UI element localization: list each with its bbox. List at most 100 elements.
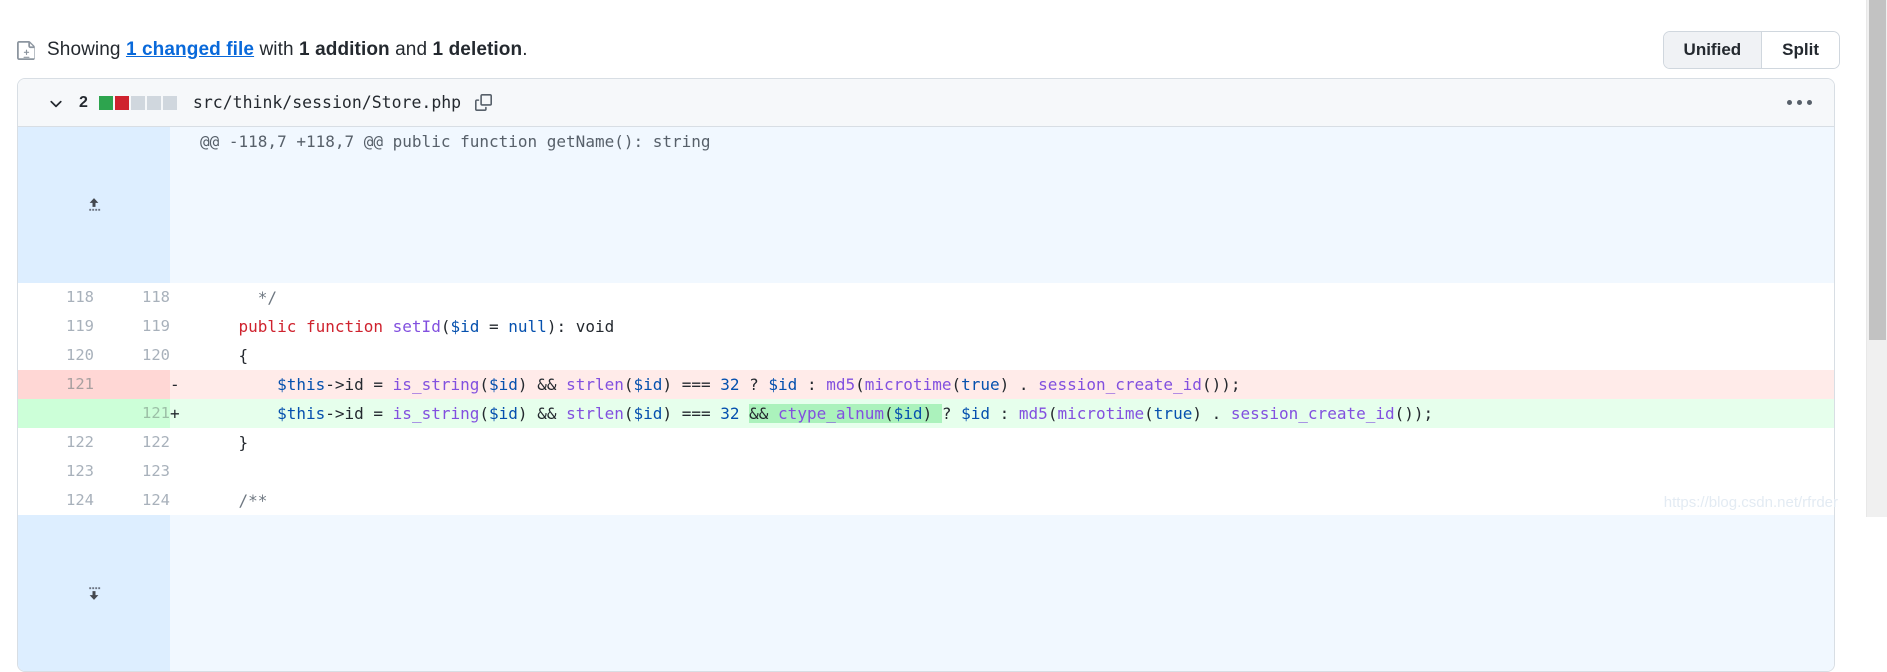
page-scrollbar-thumb[interactable] [1869,0,1886,340]
code-token: public function [238,317,393,336]
code-token: ( [951,375,962,394]
code-token: ( [479,375,490,394]
code-token: null [508,317,547,336]
code-token: $id [633,404,663,423]
diff-summary-text-group: Showing 1 changed file with 1 addition a… [17,39,528,61]
old-line-number[interactable]: 124 [18,486,94,515]
code-token: ) === [662,404,721,423]
diffstat-bar [98,95,177,110]
old-line-number[interactable]: 122 [18,428,94,457]
code-token: strlen [566,404,624,423]
code-token: $id [768,375,798,394]
diff-line-row-add: 121 + $this->id = is_string($id) && strle… [18,399,1834,428]
code-token: = [479,317,509,336]
summary-with-word: with [254,39,300,60]
file-diff-icon [17,40,36,61]
new-line-number[interactable]: 119 [94,312,170,341]
code-token: ) && [517,375,567,394]
old-line-number[interactable]: 119 [18,312,94,341]
code-token-highlighted: && [749,404,779,423]
old-line-number[interactable]: 121 [18,370,94,399]
file-changes-count: 2 [79,93,88,111]
new-line-number[interactable]: 123 [94,457,170,486]
diff-marker: - [170,370,200,399]
code-token: ) . [1192,404,1231,423]
expand-up-button[interactable] [18,127,170,283]
diff-line-row-ctx: 122 122 } [18,428,1834,457]
code-token-highlighted: ctype_alnum [778,404,885,423]
new-line-number[interactable]: 118 [94,283,170,312]
diffstat-block-neutral [146,95,161,110]
diff-code-cell: $this->id = is_string($id) && strlen($id… [200,370,1834,399]
code-token: */ [257,288,278,307]
changed-files-link[interactable]: 1 changed file [126,39,254,60]
diff-marker [170,341,200,370]
diff-marker [170,457,200,486]
unified-view-button[interactable]: Unified [1663,32,1762,68]
file-header: 2 src/think/session/Store.php [18,79,1834,127]
diff-code-cell: $this->id = is_string($id) && strlen($id… [200,399,1834,428]
code-token: ( [855,375,865,394]
old-line-number[interactable]: 120 [18,341,94,370]
code-token: ->id = [325,404,393,423]
diff-code-cell [200,457,1834,486]
diff-code-cell: */ [200,283,1834,312]
old-line-number[interactable] [18,399,94,428]
diff-view-toggle[interactable]: Unified Split [1662,31,1840,69]
page-scrollbar[interactable] [1866,0,1887,517]
deletions-count: 1 deletion [432,39,523,60]
new-line-number[interactable]: 124 [94,486,170,515]
code-token: { [200,346,249,365]
diffstat-block-deleted [114,95,129,110]
old-line-number[interactable]: 123 [18,457,94,486]
kebab-menu-icon[interactable] [1781,94,1818,111]
code-token: session_create_id [1038,375,1202,394]
code-token: ? [941,404,962,423]
code-token: md5 [1018,404,1048,423]
diff-page: Showing 1 changed file with 1 addition a… [0,0,1866,672]
new-line-number[interactable]: 121 [94,399,170,428]
code-token: is_string [392,404,480,423]
split-view-button[interactable]: Split [1761,32,1839,68]
old-line-number[interactable]: 118 [18,283,94,312]
copy-path-icon[interactable] [475,93,493,112]
new-line-number[interactable]: 122 [94,428,170,457]
code-token: true [1153,404,1193,423]
diff-line-row-ctx: 123 123 [18,457,1834,486]
new-line-number[interactable]: 120 [94,341,170,370]
code-token: $id [489,404,518,423]
diff-marker [170,486,200,515]
diff-code-cell: public function setId($id = null): void [200,312,1834,341]
code-token: ? [739,375,769,394]
additions-count: 1 addition [299,39,390,60]
file-path-label[interactable]: src/think/session/Store.php [193,93,461,112]
hunk-header-text: @@ -118,7 +118,7 @@ public function getN… [200,127,1834,283]
diff-code-cell: } [200,428,1834,457]
code-token: ( [479,404,490,423]
hunk-marker-cell [170,127,200,283]
expand-down-button[interactable] [18,515,170,671]
diff-marker [170,428,200,457]
code-token: setId [392,317,441,336]
code-token: md5 [826,375,856,394]
code-token: session_create_id [1230,404,1395,423]
diff-code-cell: /** [200,486,1834,515]
expand-down-row [18,515,1834,671]
summary-prefix: Showing [47,39,126,60]
code-token: ( [1047,404,1058,423]
code-token: $id [961,404,990,423]
new-line-number[interactable] [94,370,170,399]
code-token: microtime [1057,404,1145,423]
code-token: is_string [392,375,480,394]
code-token: ) . [999,375,1039,394]
code-token: ) === [662,375,721,394]
code-token-highlighted: ) [922,404,942,423]
chevron-down-icon[interactable] [47,94,65,112]
diff-line-row-ctx: 120 120 { [18,341,1834,370]
summary-period: . [522,39,528,60]
diff-line-row-ctx: 118 118 */ [18,283,1834,312]
